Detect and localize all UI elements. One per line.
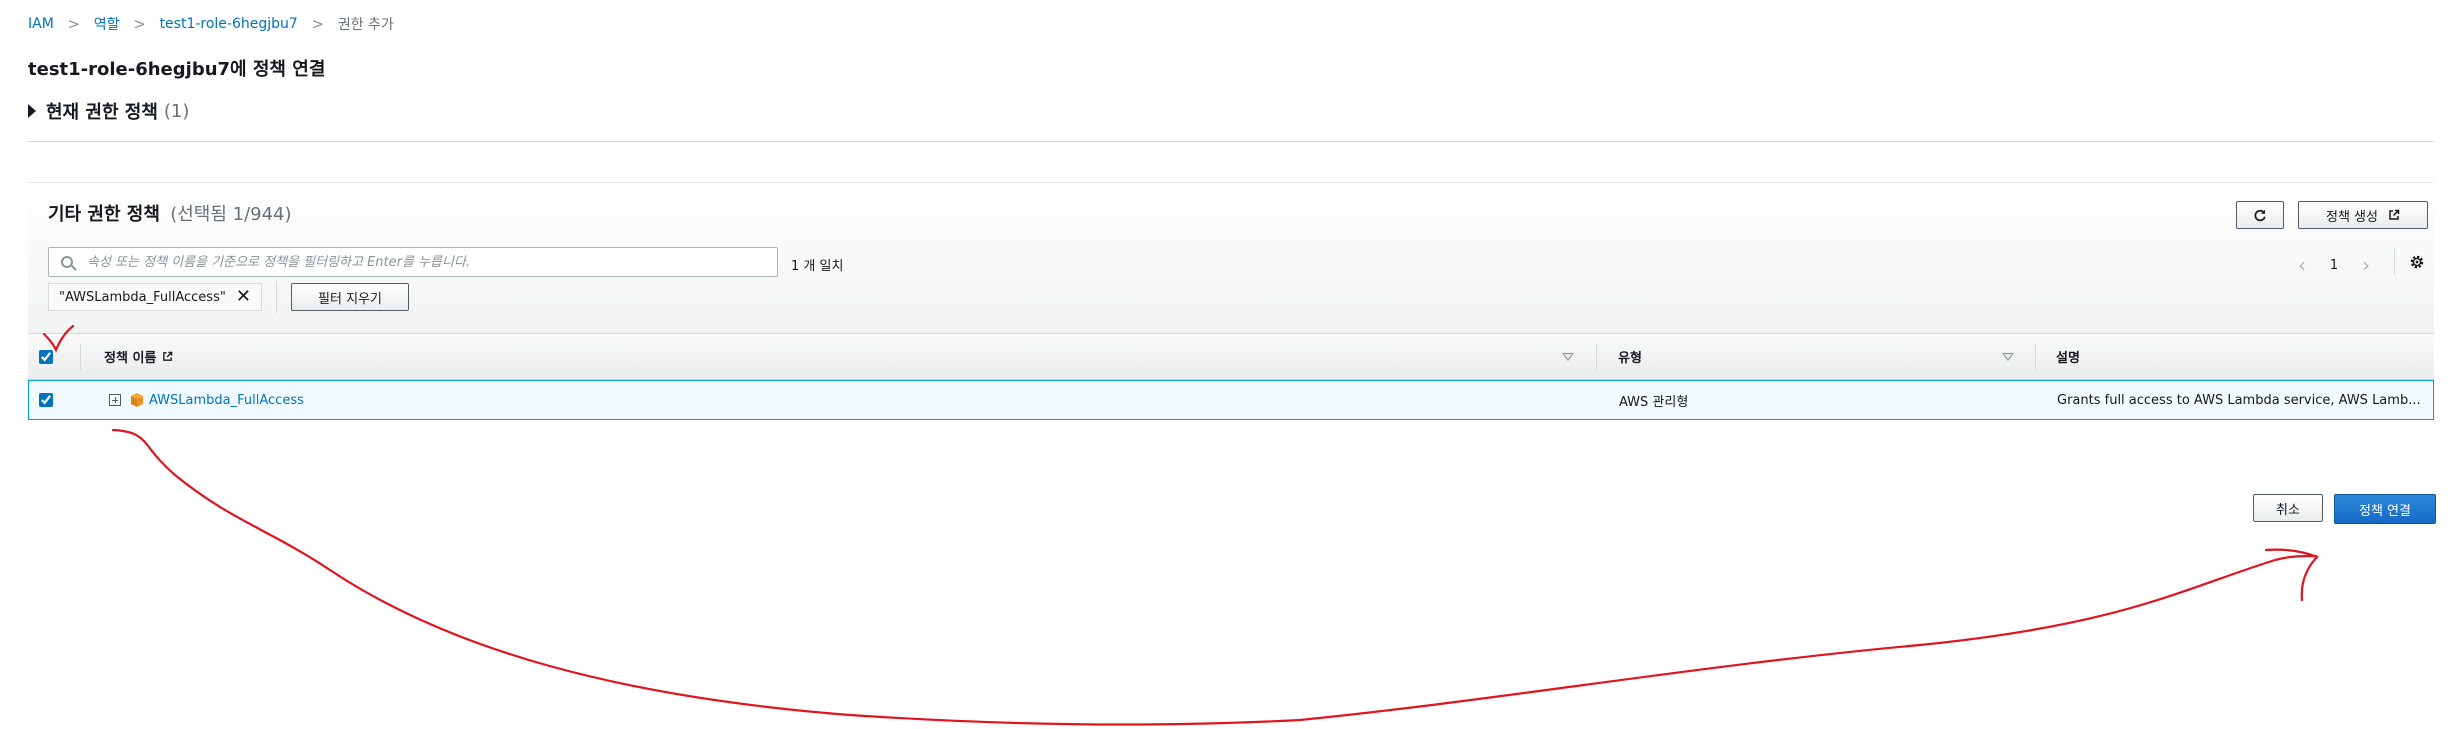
refresh-button[interactable] xyxy=(2236,201,2284,229)
expand-icon[interactable] xyxy=(109,394,121,406)
policy-search-input[interactable] xyxy=(85,253,777,271)
create-policy-button[interactable]: 정책 생성 xyxy=(2298,201,2428,229)
aws-managed-policy-icon xyxy=(131,393,143,407)
row-select-cell xyxy=(39,381,53,419)
breadcrumb-separator: > xyxy=(133,15,146,33)
search-icon xyxy=(61,256,73,268)
close-icon[interactable]: ✕ xyxy=(236,288,251,306)
panel-title-label: 기타 권한 정책 xyxy=(48,204,160,225)
create-policy-label: 정책 생성 xyxy=(2326,209,2378,225)
filter-token: "AWSLambda_FullAccess" ✕ xyxy=(48,283,262,311)
page-number[interactable]: 1 xyxy=(2314,258,2354,273)
select-all-cell xyxy=(39,334,53,379)
annotation-arrow-head xyxy=(2264,548,2319,602)
breadcrumb-separator: > xyxy=(311,15,325,33)
breadcrumb-current: 권한 추가 xyxy=(337,17,394,33)
refresh-icon xyxy=(2254,209,2266,222)
current-policies-label: 현재 권한 정책 xyxy=(46,102,158,123)
annotation-arrow-curve xyxy=(111,428,2318,726)
sort-icon[interactable] xyxy=(2002,353,2014,361)
breadcrumb-separator: > xyxy=(67,15,81,33)
panel-header: 기타 권한 정책 (선택됨 1/944) 정책 생성 1 개 일치 ‹ 1 › xyxy=(28,183,2434,333)
policy-type-cell: AWS 관리형 xyxy=(1619,394,1689,410)
gear-icon[interactable] xyxy=(2404,249,2430,275)
table-header: 정책 이름 유형 설명 xyxy=(28,333,2434,380)
select-all-checkbox[interactable] xyxy=(39,349,53,364)
column-divider xyxy=(1596,344,1597,370)
column-header-label: 정책 이름 xyxy=(104,351,157,366)
breadcrumb-roles[interactable]: 역할 xyxy=(94,14,120,34)
column-header-label: 설명 xyxy=(2056,351,2080,366)
match-count: 1 개 일치 xyxy=(791,259,844,274)
chevron-right-icon[interactable]: › xyxy=(2354,253,2378,277)
current-policies-count: (1) xyxy=(163,100,190,122)
current-policies-toggle[interactable]: 현재 권한 정책 (1) xyxy=(28,98,189,124)
panel-title: 기타 권한 정책 (선택됨 1/944) xyxy=(48,200,292,226)
column-header-label: 유형 xyxy=(1618,351,1642,366)
breadcrumb-iam[interactable]: IAM xyxy=(28,16,54,32)
column-divider xyxy=(2035,344,2036,370)
attach-policy-button[interactable]: 정책 연결 xyxy=(2334,494,2436,524)
breadcrumb-role[interactable]: test1-role-6hegjbu7 xyxy=(160,16,298,32)
clear-filters-button[interactable]: 필터 지우기 xyxy=(291,283,409,311)
cancel-button[interactable]: 취소 xyxy=(2253,494,2323,522)
column-header-type[interactable]: 유형 xyxy=(1618,334,1642,379)
external-link-icon xyxy=(163,351,173,361)
filter-token-label: "AWSLambda_FullAccess" xyxy=(59,289,226,305)
page-title: test1-role-6hegjbu7에 정책 연결 xyxy=(28,59,326,80)
pagination-divider xyxy=(2394,247,2395,275)
filter-divider xyxy=(276,281,277,313)
column-header-description[interactable]: 설명 xyxy=(2056,334,2080,379)
section-divider xyxy=(28,141,2434,142)
breadcrumb: IAM > 역할 > test1-role-6hegjbu7 > 권한 추가 xyxy=(28,14,394,34)
gear-glyph xyxy=(2410,255,2424,269)
policy-name-cell: AWSLambda_FullAccess xyxy=(109,381,304,419)
policy-description-cell: Grants full access to AWS Lambda service… xyxy=(2057,392,2421,408)
column-divider xyxy=(80,344,81,370)
policy-name-link[interactable]: AWSLambda_FullAccess xyxy=(149,393,304,408)
pagination: ‹ 1 › xyxy=(2290,253,2378,277)
caret-right-icon xyxy=(28,104,36,118)
chevron-left-icon[interactable]: ‹ xyxy=(2290,253,2314,277)
selected-count: (선택됨 1/944) xyxy=(170,204,292,225)
row-checkbox[interactable] xyxy=(39,393,53,407)
table-row[interactable]: AWSLambda_FullAccess AWS 관리형 Grants full… xyxy=(28,380,2434,420)
policy-search xyxy=(48,247,778,277)
policies-panel: 기타 권한 정책 (선택됨 1/944) 정책 생성 1 개 일치 ‹ 1 › xyxy=(28,182,2434,423)
sort-icon[interactable] xyxy=(1562,353,1574,361)
external-link-icon xyxy=(2389,209,2400,220)
column-header-policy-name[interactable]: 정책 이름 xyxy=(104,334,173,379)
